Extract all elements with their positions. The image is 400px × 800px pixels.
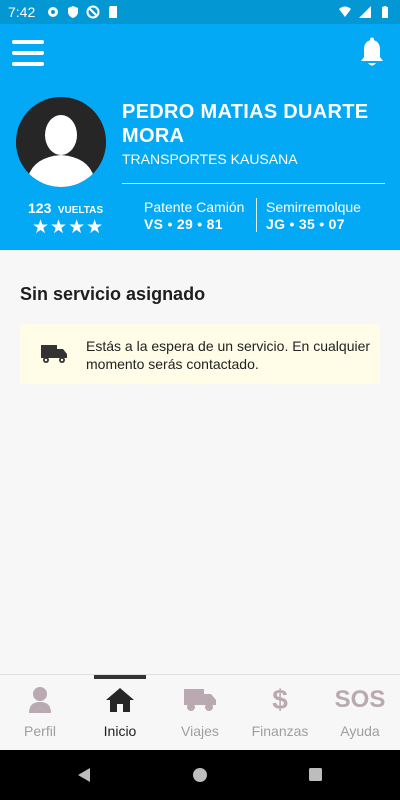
status-bar: 7:42 [0,0,400,24]
sd-card-icon [109,6,117,18]
notice-text: Estás a la espera de un servicio. En cua… [86,338,371,372]
home-circle-icon[interactable] [192,767,208,783]
truck-plate: Patente Camión VS • 29 • 81 [144,199,244,232]
back-icon[interactable] [76,767,92,783]
truck-plate-label: Patente Camión [144,199,245,215]
wifi-icon [339,6,351,17]
trailer-plate-label: Semirremolque [266,199,361,215]
home-icon [106,688,134,712]
plates-divider [256,198,257,232]
nav-item-ayuda[interactable]: SOS Ayuda [320,675,400,751]
trailer-plate-value: JG • 35 • 07 [266,216,345,232]
dollar-icon: $ [272,684,288,715]
shield-icon [68,6,78,18]
truck-icon [184,689,216,711]
page-title: Sin servicio asignado [20,284,206,304]
hamburger-menu-icon[interactable] [12,40,44,66]
battery-icon [382,6,388,18]
company-name: TRANSPORTES KAUSANA [122,151,298,167]
trailer-plate: Semirremolque JG • 35 • 07 [266,199,361,232]
nav-label-viajes: Viajes [181,723,219,739]
rating-stars: ★★★★ [32,217,105,238]
bell-icon[interactable] [358,37,386,69]
nav-label-finanzas: Finanzas [251,723,309,739]
active-tab-indicator [94,675,146,679]
nav-label-perfil: Perfil [24,723,56,739]
signal-icon [359,6,371,18]
truck-plate-value: VS • 29 • 81 [144,216,223,232]
recents-icon[interactable] [308,767,323,782]
driver-name: PEDRO MATIAS DUARTE MORA [122,101,369,147]
bottom-navigation: Perfil Inicio Viajes $ Finanzas SOS Ayud… [0,674,400,751]
nav-label-ayuda: Ayuda [340,723,380,739]
waiting-notice: Estás a la espera de un servicio. En cua… [20,324,380,384]
profile-header: PEDRO MATIAS DUARTE MORA TRANSPORTES KAU… [0,24,400,250]
nav-item-finanzas[interactable]: $ Finanzas [240,675,320,751]
nav-item-inicio[interactable]: Inicio [80,675,160,751]
settings-icon [48,7,58,17]
avatar[interactable] [16,97,106,187]
status-time: 7:42 [8,4,36,20]
turns-number: 123 [28,200,52,216]
truck-icon [41,345,67,363]
header-divider [122,183,385,184]
nav-item-perfil[interactable]: Perfil [0,675,80,751]
system-nav-bar [0,750,400,800]
sos-icon: SOS [334,686,386,713]
person-avatar-icon [16,97,106,187]
blocked-icon [86,5,100,19]
nav-label-inicio: Inicio [103,723,137,739]
person-icon [29,687,51,713]
nav-item-viajes[interactable]: Viajes [160,675,240,751]
turns-label: VUELTAS [57,205,103,216]
